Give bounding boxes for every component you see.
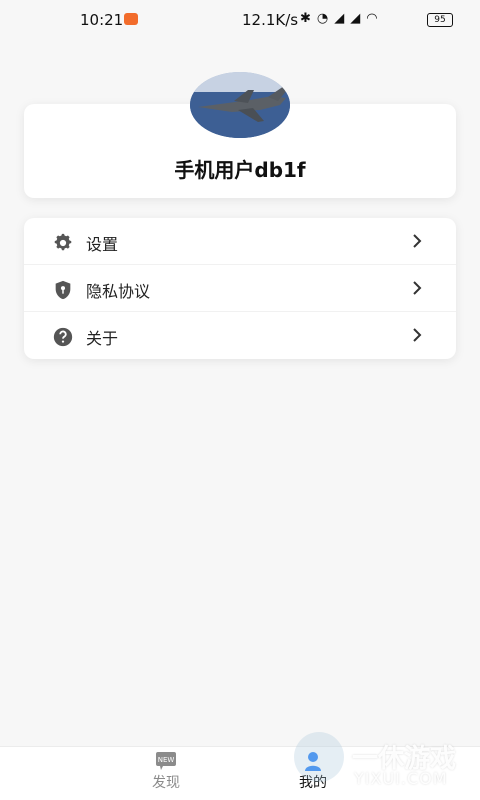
menu-item-privacy[interactable]: 隐私协议 xyxy=(24,265,456,312)
chevron-right-icon xyxy=(413,328,422,342)
battery-indicator: 95 xyxy=(427,13,453,27)
network-speed: 12.1K/s xyxy=(242,11,299,29)
shield-icon xyxy=(55,280,71,300)
bottom-nav: NEW 发现 我的 xyxy=(0,746,480,800)
tab-discover[interactable]: NEW 发现 xyxy=(131,747,201,800)
question-icon xyxy=(53,327,73,347)
chevron-right-icon xyxy=(413,234,422,248)
status-time: 10:21 xyxy=(80,11,124,29)
status-icons: ✱ ◔ ◢ ◢ ◠ xyxy=(300,11,378,26)
tab-label-discover: 发现 xyxy=(152,775,180,791)
bluetooth-icon: ✱ xyxy=(300,11,311,26)
new-badge-text: NEW xyxy=(158,756,175,764)
alarm-icon: ◔ xyxy=(316,11,329,26)
tab-mine[interactable]: 我的 xyxy=(278,747,348,800)
status-bar: 10:21 12.1K/s ✱ ◔ ◢ ◢ ◠ 95 xyxy=(0,0,480,40)
wifi-icon: ◠ xyxy=(366,11,378,26)
chevron-right-icon xyxy=(413,281,422,295)
user-icon xyxy=(305,752,321,771)
jet-avatar-image xyxy=(190,72,290,138)
menu-card: 设置 隐私协议 关于 xyxy=(24,218,456,359)
signal-icon: ◢ xyxy=(334,11,345,26)
menu-label-about: 关于 xyxy=(86,329,119,348)
avatar[interactable] xyxy=(190,72,290,138)
menu-item-settings[interactable]: 设置 xyxy=(24,218,456,265)
menu-label-privacy: 隐私协议 xyxy=(86,282,151,301)
gear-icon xyxy=(54,233,72,251)
tab-label-mine: 我的 xyxy=(299,775,327,791)
menu-label-settings: 设置 xyxy=(86,235,119,254)
menu-item-about[interactable]: 关于 xyxy=(24,312,456,359)
new-badge-icon: NEW xyxy=(156,752,176,770)
username[interactable]: 手机用户db1f xyxy=(24,154,456,183)
signal-icon-2: ◢ xyxy=(350,11,361,26)
notification-app-icon xyxy=(124,13,138,25)
